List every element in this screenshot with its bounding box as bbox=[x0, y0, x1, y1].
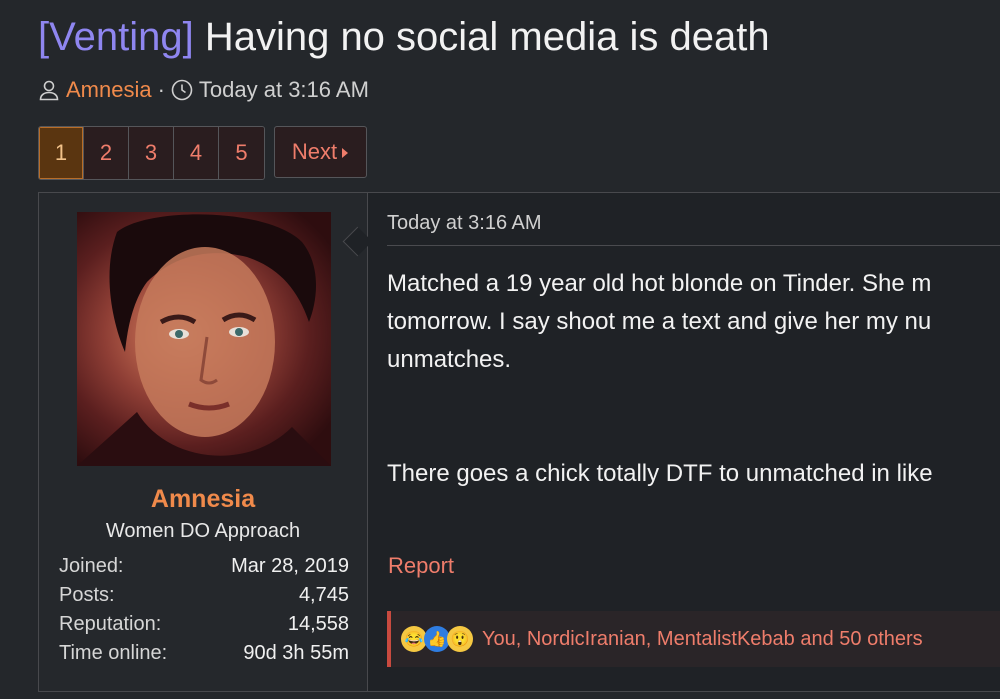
avatar[interactable] bbox=[77, 212, 331, 466]
stat-label: Reputation: bbox=[59, 613, 162, 635]
user-title: Women DO Approach bbox=[105, 520, 301, 542]
user-icon bbox=[38, 79, 60, 101]
clock-icon bbox=[171, 79, 193, 101]
post-body-line: tomorrow. I say shoot me a text and give… bbox=[387, 308, 932, 335]
stat-value: 90d 3h 55m bbox=[243, 642, 349, 664]
caret-right-icon bbox=[341, 139, 349, 165]
reaction-emojis[interactable]: 😂 👍 😲 bbox=[401, 626, 473, 652]
post-body: Matched a 19 year old hot blonde on Tind… bbox=[387, 265, 1000, 493]
stat-joined: Joined: Mar 28, 2019 bbox=[59, 552, 349, 581]
page-3-button[interactable]: 3 bbox=[129, 127, 174, 179]
user-stats: Joined: Mar 28, 2019 Posts: 4,745 Reputa… bbox=[59, 552, 349, 668]
page-1-button[interactable]: 1 bbox=[39, 127, 84, 179]
stat-label: Posts: bbox=[59, 584, 115, 606]
wow-emoji-icon: 😲 bbox=[447, 626, 473, 652]
page-4-button[interactable]: 4 bbox=[174, 127, 219, 179]
stat-time-online: Time online: 90d 3h 55m bbox=[59, 639, 349, 668]
post-user-panel: Amnesia Women DO Approach Joined: Mar 28… bbox=[39, 193, 373, 691]
pagination: 1 2 3 4 5 Next bbox=[38, 126, 367, 180]
page-numbers: 1 2 3 4 5 bbox=[38, 126, 265, 180]
stat-value[interactable]: 4,745 bbox=[299, 581, 349, 610]
thread-author[interactable]: Amnesia bbox=[66, 77, 152, 103]
thread-date[interactable]: Today at 3:16 AM bbox=[199, 77, 369, 103]
post-pointer-arrow bbox=[342, 226, 373, 257]
stat-value: 14,558 bbox=[287, 613, 349, 635]
thread-meta: Amnesia · Today at 3:16 AM bbox=[38, 76, 369, 104]
post-body-line: There goes a chick totally DTF to unmatc… bbox=[387, 460, 933, 487]
post-username[interactable]: Amnesia bbox=[39, 485, 367, 514]
stat-label: Joined: bbox=[59, 555, 124, 577]
post-content: Today at 3:16 AM Matched a 19 year old h… bbox=[387, 193, 1000, 691]
reactions-list-link[interactable]: You, NordicIranian, MentalistKebab and 5… bbox=[482, 628, 923, 651]
post-body-line: Matched a 19 year old hot blonde on Tind… bbox=[387, 270, 932, 297]
report-link[interactable]: Report bbox=[388, 553, 454, 579]
meta-separator: · bbox=[157, 77, 165, 102]
page-5-button[interactable]: 5 bbox=[219, 127, 264, 179]
thread-prefix[interactable]: [Venting] bbox=[38, 15, 194, 59]
thread-title-text: Having no social media is death bbox=[204, 15, 770, 59]
reactions-bar: 😂 👍 😲 You, NordicIranian, MentalistKebab… bbox=[387, 611, 1000, 667]
post-body-line: unmatches. bbox=[387, 346, 512, 373]
stat-value: Mar 28, 2019 bbox=[231, 555, 349, 577]
thread-title: [Venting] Having no social media is deat… bbox=[38, 12, 770, 62]
post-date[interactable]: Today at 3:16 AM bbox=[387, 212, 542, 235]
page-2-button[interactable]: 2 bbox=[84, 127, 129, 179]
stat-reputation: Reputation: 14,558 bbox=[59, 610, 349, 639]
next-page-button[interactable]: Next bbox=[274, 126, 367, 178]
next-label: Next bbox=[291, 139, 338, 164]
stat-label: Time online: bbox=[59, 642, 168, 664]
stat-posts: Posts: 4,745 bbox=[59, 581, 349, 610]
post-header-divider bbox=[387, 245, 1000, 246]
post: Amnesia Women DO Approach Joined: Mar 28… bbox=[38, 192, 1000, 692]
